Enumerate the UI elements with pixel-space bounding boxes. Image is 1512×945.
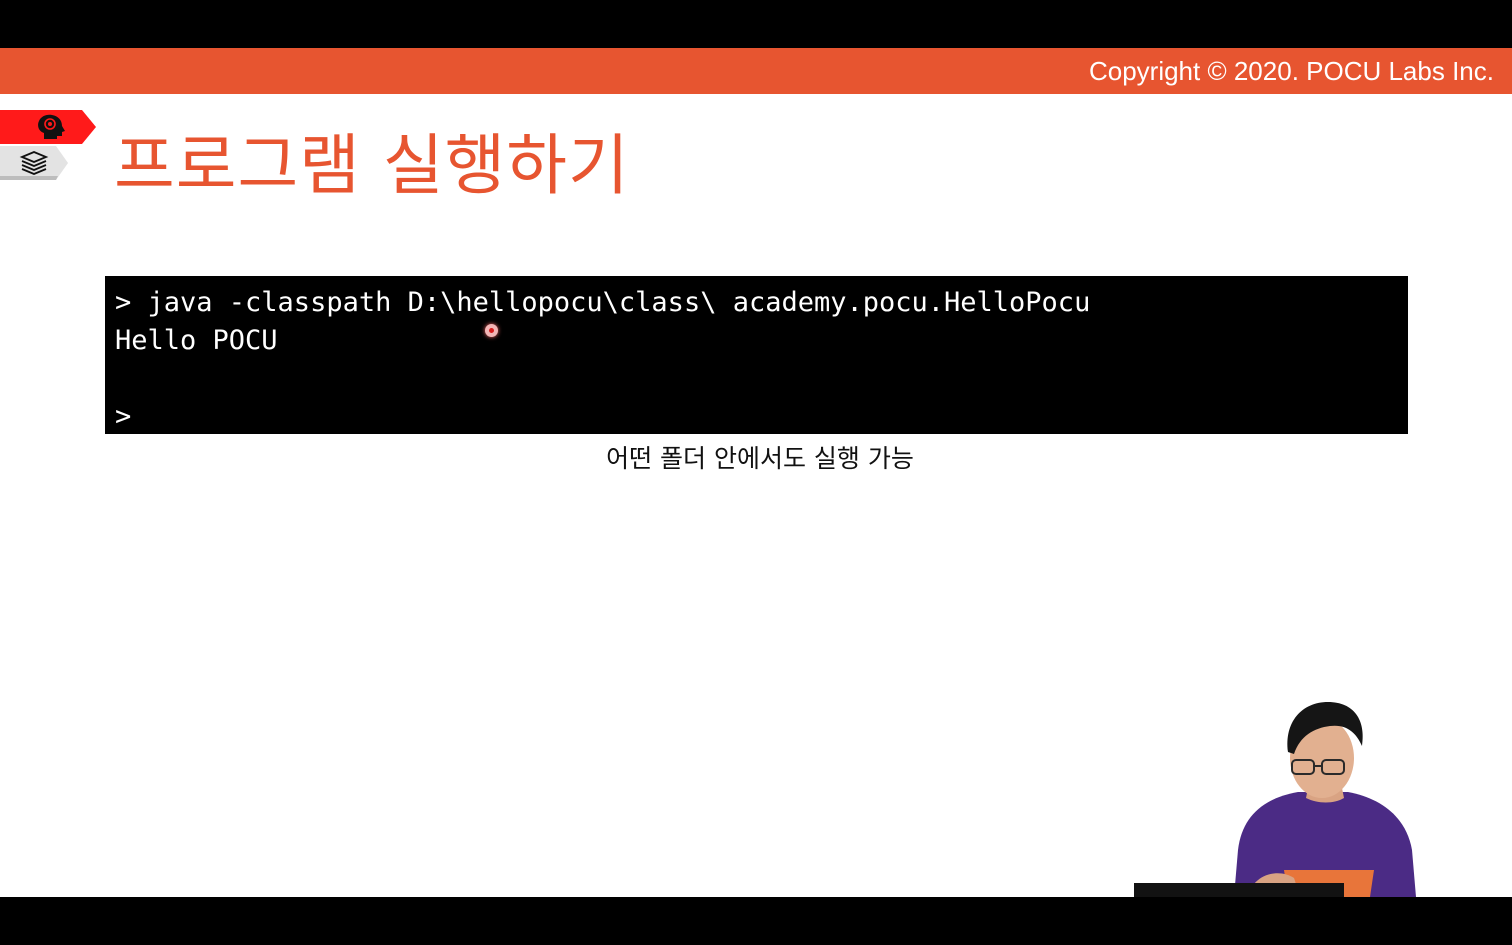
copyright-text: Copyright © 2020. POCU Labs Inc. (1088, 56, 1494, 86)
terminal-prompt-line: > (115, 401, 132, 432)
section-tab (0, 146, 68, 180)
slide-header-bar: Copyright © 2020. POCU Labs Inc. (0, 48, 1512, 94)
terminal-output-line: Hello POCU (115, 325, 278, 356)
slide-caption: 어떤 폴더 안에서도 실행 가능 (606, 444, 914, 473)
slide-title: 프로그램 실행하기 (114, 127, 630, 204)
lecture-slide: Copyright © 2020. POCU Labs Inc. 프로그램 실행… (0, 48, 1512, 897)
video-frame: Copyright © 2020. POCU Labs Inc. 프로그램 실행… (0, 0, 1512, 945)
terminal-window: > java -classpath D:\hellopocu\class\ ac… (105, 276, 1408, 434)
laser-pointer-icon (485, 324, 498, 337)
topic-tab (0, 110, 96, 144)
terminal-command-line: > java -classpath D:\hellopocu\class\ ac… (115, 287, 1091, 318)
presenter-video (1134, 700, 1434, 897)
